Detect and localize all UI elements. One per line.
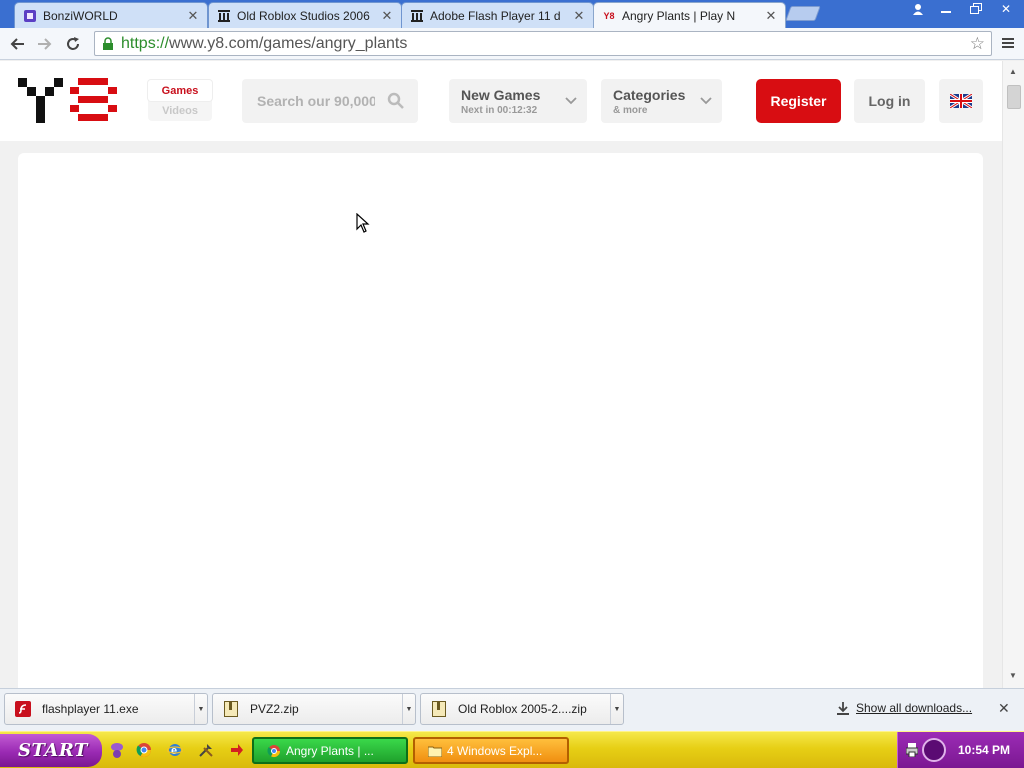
search-box	[242, 79, 418, 123]
taskbar-item-explorer[interactable]: 4 Windows Expl...	[413, 737, 569, 764]
search-input[interactable]	[257, 93, 375, 109]
chevron-down-icon	[700, 94, 712, 108]
system-tray: 10:54 PM	[897, 732, 1024, 768]
archive-icon	[410, 9, 424, 23]
chrome-quicklaunch-icon[interactable]	[135, 741, 153, 759]
minimize-icon[interactable]	[932, 0, 960, 18]
download-item[interactable]: PVZ2.zip ▼	[212, 693, 416, 725]
tab-title: Adobe Flash Player 11 d	[430, 8, 561, 23]
new-tab-button[interactable]	[785, 6, 821, 21]
y8-logo[interactable]	[18, 78, 118, 124]
tab-angry-plants[interactable]: Y8 Angry Plants | Play N ✕	[593, 2, 786, 28]
tab-old-roblox[interactable]: Old Roblox Studios 2006 ✕	[208, 2, 402, 28]
restore-icon[interactable]	[962, 0, 990, 18]
y8-icon: Y8	[603, 10, 615, 21]
download-menu-arrow-icon[interactable]: ▼	[194, 694, 207, 724]
download-item[interactable]: flashplayer 11.exe ▼	[4, 693, 208, 725]
vertical-scrollbar[interactable]: ▲ ▼	[1002, 61, 1024, 688]
media-type-switch: Games Videos	[148, 79, 212, 121]
ie-quicklaunch-icon[interactable]: e	[166, 741, 184, 759]
bookmark-star-icon[interactable]: ☆	[970, 34, 985, 54]
tab-videos[interactable]: Videos	[148, 100, 212, 121]
close-window-icon[interactable]: ✕	[992, 0, 1020, 18]
tab-bonziworld[interactable]: BonziWORLD ✕	[14, 2, 208, 28]
scrollbar-thumb[interactable]	[1007, 85, 1021, 109]
bonzi-tray-icon[interactable]	[922, 738, 946, 762]
arrow-quicklaunch-icon[interactable]	[228, 741, 246, 759]
close-icon[interactable]: ✕	[381, 8, 393, 24]
tools-quicklaunch-icon[interactable]	[197, 741, 215, 759]
window-controls: ✕	[904, 0, 1020, 18]
tab-games[interactable]: Games	[148, 80, 212, 101]
close-icon[interactable]: ✕	[187, 8, 199, 24]
address-bar[interactable]: https://www.y8.com/games/angry_plants ☆	[94, 31, 992, 56]
categories-dropdown[interactable]: Categories & more	[601, 79, 722, 123]
scroll-up-icon[interactable]: ▲	[1009, 67, 1017, 76]
taskbar-item-chrome[interactable]: Angry Plants | ...	[252, 737, 408, 764]
language-selector[interactable]	[939, 79, 983, 123]
new-games-dropdown[interactable]: New Games Next in 00:12:32	[449, 79, 587, 123]
download-filename: flashplayer 11.exe	[42, 702, 139, 716]
mouse-cursor-icon	[356, 212, 370, 236]
download-item[interactable]: Old Roblox 2005-2....zip ▼	[420, 693, 624, 725]
zip-file-icon	[222, 700, 240, 718]
start-button[interactable]: START	[0, 734, 102, 767]
bonzi-quicklaunch-icon[interactable]	[108, 741, 126, 759]
user-icon[interactable]	[906, 0, 930, 18]
tab-title: Angry Plants | Play N	[622, 8, 736, 23]
browser-menu-icon[interactable]	[998, 32, 1018, 54]
close-shelf-icon[interactable]: ✕	[998, 700, 1010, 717]
close-icon[interactable]: ✕	[765, 8, 777, 24]
archive-icon	[217, 9, 231, 23]
download-shelf: flashplayer 11.exe ▼ PVZ2.zip ▼ Old Robl…	[0, 688, 1024, 731]
browser-toolbar: https://www.y8.com/games/angry_plants ☆	[0, 28, 1024, 60]
tab-adobe-flash[interactable]: Adobe Flash Player 11 d ✕	[401, 2, 594, 28]
taskbar-item-label: 4 Windows Expl...	[447, 743, 543, 758]
flash-file-icon	[14, 700, 32, 718]
url-path: www.y8.com/games/angry_plants	[169, 34, 408, 52]
download-filename: PVZ2.zip	[250, 702, 299, 716]
browser-tab-strip: BonziWORLD ✕ Old Roblox Studios 2006 ✕ A…	[0, 0, 1024, 28]
show-all-downloads-link[interactable]: Show all downloads...	[836, 701, 972, 715]
back-arrow-icon[interactable]	[3, 30, 31, 58]
uk-flag-icon	[950, 94, 972, 108]
bonzi-icon	[23, 9, 37, 23]
download-icon	[837, 702, 849, 715]
scroll-down-icon[interactable]: ▼	[1009, 671, 1017, 680]
folder-icon	[427, 743, 443, 759]
chevron-down-icon	[565, 94, 577, 108]
tab-title: Old Roblox Studios 2006	[237, 8, 370, 23]
site-header: Games Videos New Games Next in 00:12:32 …	[0, 61, 1002, 141]
url-scheme: https://	[121, 34, 170, 52]
printer-tray-icon[interactable]	[905, 743, 919, 760]
forward-arrow-icon[interactable]	[31, 30, 59, 58]
zip-file-icon	[430, 700, 448, 718]
tab-title: BonziWORLD	[43, 8, 118, 23]
download-filename: Old Roblox 2005-2....zip	[458, 702, 587, 716]
login-button[interactable]: Log in	[854, 79, 925, 123]
url-text: https://www.y8.com/games/angry_plants	[121, 35, 407, 53]
download-menu-arrow-icon[interactable]: ▼	[402, 694, 415, 724]
register-button[interactable]: Register	[756, 79, 841, 123]
windows-taskbar: START e Angry Plants | ... 4 Windows Exp…	[0, 731, 1024, 768]
taskbar-item-label: Angry Plants | ...	[286, 743, 374, 758]
download-menu-arrow-icon[interactable]: ▼	[610, 694, 623, 724]
close-icon[interactable]: ✕	[573, 8, 585, 24]
show-all-downloads-text: Show all downloads...	[856, 701, 973, 715]
lock-icon	[101, 36, 115, 51]
page-viewport: Games Videos New Games Next in 00:12:32 …	[0, 61, 1024, 688]
chrome-icon	[266, 743, 282, 759]
system-clock: 10:54 PM	[958, 743, 1011, 757]
search-icon[interactable]	[387, 92, 404, 112]
game-player-area[interactable]	[18, 153, 983, 688]
reload-icon[interactable]	[59, 30, 87, 58]
